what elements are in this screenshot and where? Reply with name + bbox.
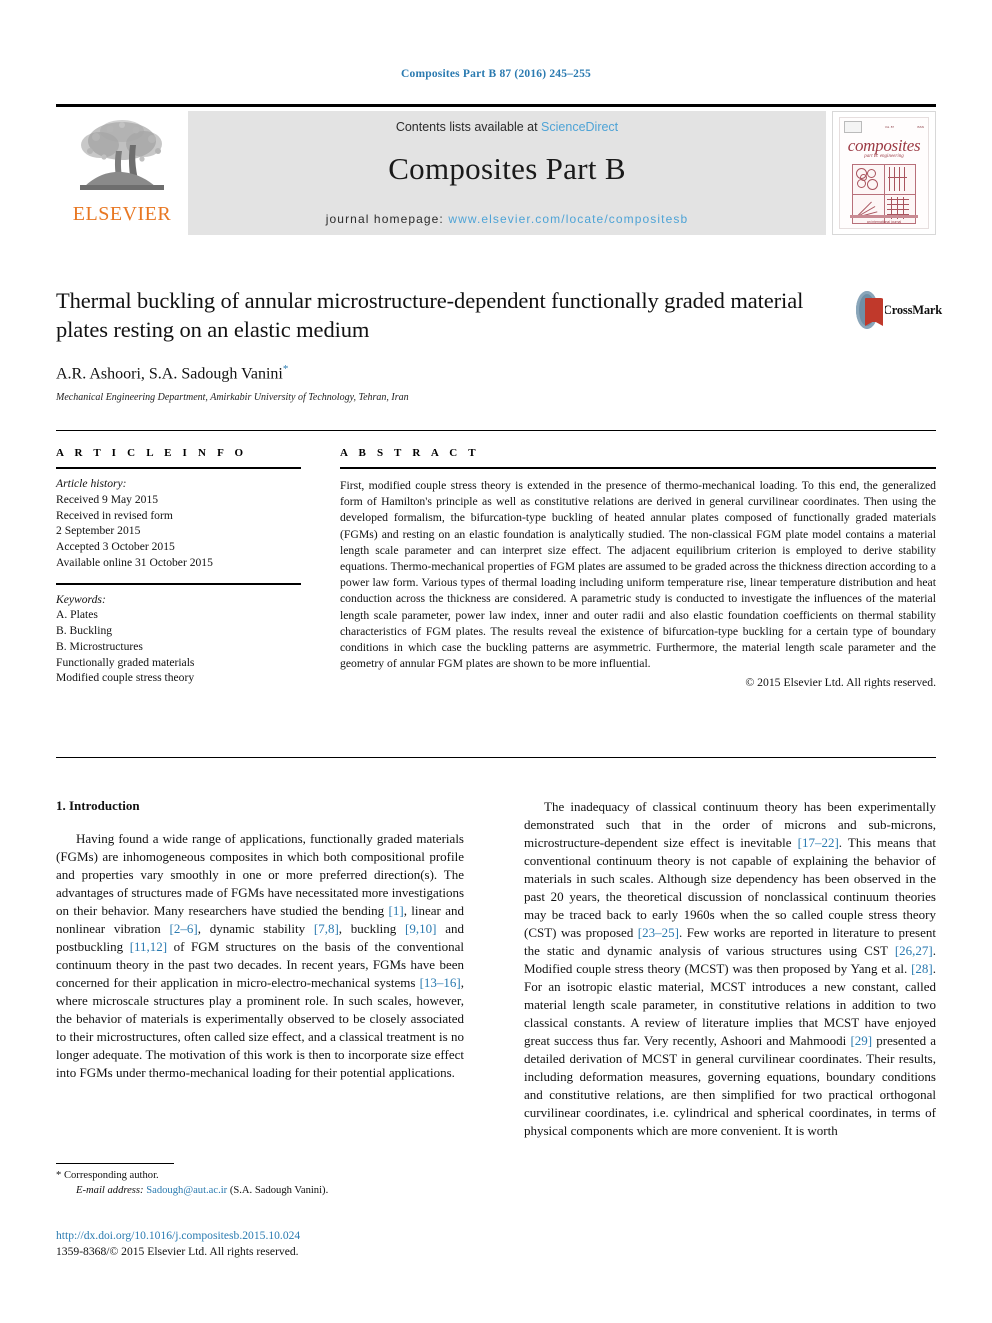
article-history: Article history: Received 9 May 2015 Rec… bbox=[56, 476, 301, 571]
citation-ref[interactable]: [23–25] bbox=[638, 925, 679, 940]
cover-cell-circles bbox=[853, 165, 884, 194]
intro-paragraph-right: The inadequacy of classical continuum th… bbox=[524, 798, 936, 1140]
article-history-label: Article history: bbox=[56, 477, 127, 490]
homepage-prefix: journal homepage: bbox=[325, 212, 449, 226]
citation-ref[interactable]: [26,27] bbox=[895, 943, 933, 958]
section-heading-introduction: 1. Introduction bbox=[56, 798, 140, 813]
keywords-rule bbox=[56, 582, 301, 585]
email-label: E-mail address: bbox=[76, 1184, 144, 1196]
intro-text-segment: , dynamic stability bbox=[197, 921, 314, 936]
keywords-label: Keywords: bbox=[56, 592, 106, 606]
corresponding-author-marker: * bbox=[282, 362, 289, 375]
cover-cell-fan bbox=[853, 194, 884, 223]
title-block: Thermal buckling of annular microstructu… bbox=[56, 286, 846, 403]
citation-ref[interactable]: [17–22] bbox=[798, 835, 839, 850]
history-item: Available online 31 October 2015 bbox=[56, 555, 213, 569]
contents-prefix: Contents lists available at bbox=[395, 120, 542, 134]
keyword-item: Functionally graded materials bbox=[56, 655, 195, 669]
keywords-list: Keywords: A. Plates B. Buckling B. Micro… bbox=[56, 592, 301, 687]
citation-ref[interactable]: [28] bbox=[911, 961, 933, 976]
intro-text-segment: , buckling bbox=[338, 921, 406, 936]
history-item: Received 9 May 2015 bbox=[56, 492, 159, 506]
keyword-item: B. Microstructures bbox=[56, 639, 143, 653]
crossmark-icon bbox=[856, 291, 885, 329]
footer-block: http://dx.doi.org/10.1016/j.compositesb.… bbox=[56, 1228, 496, 1260]
cover-footer-text: an international journal bbox=[866, 220, 902, 224]
intro-text-segment: , where microscale structures play a pro… bbox=[56, 975, 464, 1080]
crossmark-label: CrossMark bbox=[882, 302, 942, 317]
author-names: A.R. Ashoori, S.A. Sadough Vanini bbox=[56, 364, 283, 382]
citation-ref[interactable]: [1] bbox=[389, 903, 404, 918]
history-item: Accepted 3 October 2015 bbox=[56, 540, 175, 554]
citation-ref[interactable]: [29] bbox=[850, 1033, 872, 1048]
journal-homepage-link[interactable]: www.elsevier.com/locate/compositesb bbox=[448, 212, 688, 226]
citation-ref[interactable]: [7,8] bbox=[314, 921, 339, 936]
author-list: A.R. Ashoori, S.A. Sadough Vanini* bbox=[56, 363, 846, 383]
body-column-left: 1. Introduction Having found a wide rang… bbox=[56, 798, 464, 1082]
elsevier-logo: ELSEVIER bbox=[56, 111, 188, 235]
contents-line: Contents lists available at ScienceDirec… bbox=[188, 120, 826, 134]
journal-homepage-line: journal homepage: www.elsevier.com/locat… bbox=[188, 212, 826, 226]
cover-cell-bars bbox=[884, 165, 915, 194]
cover-cell-weave bbox=[884, 194, 915, 223]
journal-cover-thumbnail: Vol. 87 ISSN composites part B: engineer… bbox=[832, 111, 936, 235]
intro-text-segment: presented a detailed derivation of MCST … bbox=[524, 1033, 936, 1138]
keyword-item: B. Buckling bbox=[56, 624, 113, 638]
body-column-right: The inadequacy of classical continuum th… bbox=[524, 798, 936, 1140]
crossmark-badge[interactable]: CrossMark bbox=[856, 288, 942, 332]
citation-ref[interactable]: [2–6] bbox=[170, 921, 198, 936]
elsevier-tree-icon bbox=[70, 115, 174, 203]
paper-page: Composites Part B 87 (2016) 245–255 ELSE… bbox=[0, 0, 992, 1323]
page-title: Thermal buckling of annular microstructu… bbox=[56, 288, 804, 343]
doi-link[interactable]: http://dx.doi.org/10.1016/j.compositesb.… bbox=[56, 1228, 496, 1244]
cover-publisher-mark-icon bbox=[844, 121, 862, 133]
cover-footer-bar bbox=[850, 215, 918, 218]
citation-ref[interactable]: [11,12] bbox=[130, 939, 167, 954]
running-head: Composites Part B 87 (2016) 245–255 bbox=[400, 68, 592, 80]
sciencedirect-link[interactable]: ScienceDirect bbox=[541, 120, 618, 134]
email-note: E-mail address: Sadough@aut.ac.ir (S.A. … bbox=[56, 1184, 464, 1199]
email-link[interactable]: Sadough@aut.ac.ir bbox=[146, 1185, 227, 1196]
keyword-item: A. Plates bbox=[56, 608, 98, 622]
abstract-top-rule bbox=[56, 430, 936, 431]
citation-ref[interactable]: [9,10] bbox=[405, 921, 436, 936]
masthead-center-panel: Contents lists available at ScienceDirec… bbox=[188, 111, 826, 235]
article-info-rule bbox=[56, 467, 301, 469]
issn-copyright: 1359-8368/© 2015 Elsevier Ltd. All right… bbox=[56, 1245, 299, 1259]
intro-paragraph-left: Having found a wide range of application… bbox=[56, 830, 464, 1082]
footnote-block: * Corresponding author. E-mail address: … bbox=[56, 1163, 464, 1199]
footnote-rule bbox=[56, 1163, 174, 1164]
cover-wordmark: composites bbox=[847, 136, 921, 155]
affiliation: Mechanical Engineering Department, Amirk… bbox=[56, 391, 409, 403]
abstract-copyright: © 2015 Elsevier Ltd. All rights reserved… bbox=[745, 676, 936, 690]
cover-issn-text: ISSN bbox=[916, 125, 924, 129]
journal-title: Composites Part B bbox=[388, 151, 626, 186]
abstract-heading: A B S T R A C T bbox=[340, 447, 480, 459]
abstract-text: First, modified couple stress theory is … bbox=[340, 479, 936, 671]
corresponding-author-note: * Corresponding author. bbox=[56, 1170, 159, 1181]
journal-masthead: ELSEVIER Contents lists available at Sci… bbox=[56, 104, 936, 235]
cover-volume-text: Vol. 87 bbox=[884, 125, 895, 129]
abstract-column: A B S T R A C T First, modified couple s… bbox=[340, 447, 936, 689]
elsevier-wordmark: ELSEVIER bbox=[72, 203, 172, 225]
history-item: Received in revised form bbox=[56, 508, 173, 522]
article-info-heading: A R T I C L E I N F O bbox=[56, 447, 248, 459]
cover-subtitle: part B: engineering bbox=[864, 154, 904, 159]
article-info-column: A R T I C L E I N F O Article history: R… bbox=[56, 447, 301, 686]
email-owner: (S.A. Sadough Vanini). bbox=[229, 1184, 329, 1196]
abstract-bottom-rule bbox=[56, 757, 936, 758]
history-item: 2 September 2015 bbox=[56, 524, 141, 538]
keyword-item: Modified couple stress theory bbox=[56, 671, 195, 685]
citation-ref[interactable]: [13–16] bbox=[420, 975, 461, 990]
abstract-rule bbox=[340, 467, 936, 469]
